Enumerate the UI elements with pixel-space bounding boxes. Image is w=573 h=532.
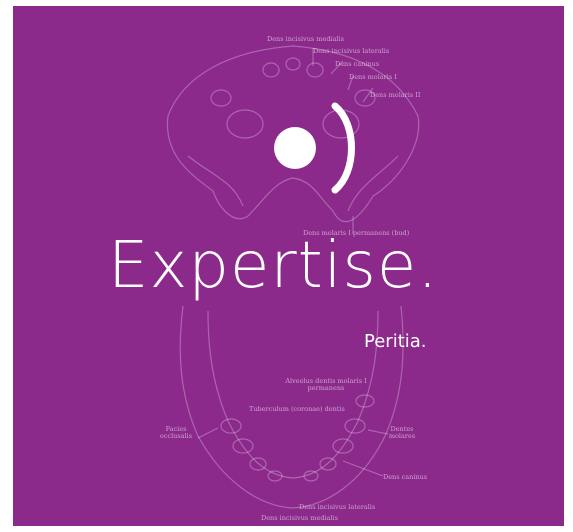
logo-dot-icon	[274, 127, 316, 169]
anatomy-label: Dens incisivus lateralis	[299, 503, 376, 511]
anatomy-label: Dens molaris II	[370, 91, 421, 99]
anatomy-label: Alveolus dentis molaris I permanens	[285, 377, 367, 393]
subline: Peritia.	[364, 331, 427, 352]
poster-card: Dens incisivus medialis Dens incisivus l…	[13, 6, 564, 526]
anatomy-label: Facies occlusalis	[159, 425, 193, 441]
logo-paren-icon	[331, 102, 355, 194]
headline: Expertise.	[108, 229, 439, 303]
anatomy-label: Dens incisivus lateralis	[313, 47, 390, 55]
anatomy-label: Dens incisivus medialis	[267, 35, 344, 43]
anatomy-label: Dens molaris I	[349, 73, 397, 81]
anatomy-label: Dentes molares	[388, 425, 416, 441]
anatomy-label: Dens caninus	[383, 473, 428, 481]
anatomy-label: Dens caninus	[335, 60, 380, 68]
anatomy-label: Tuberculum (coronae) dentis	[249, 405, 345, 413]
anatomy-label: Dens incisivus medialis	[261, 514, 338, 522]
